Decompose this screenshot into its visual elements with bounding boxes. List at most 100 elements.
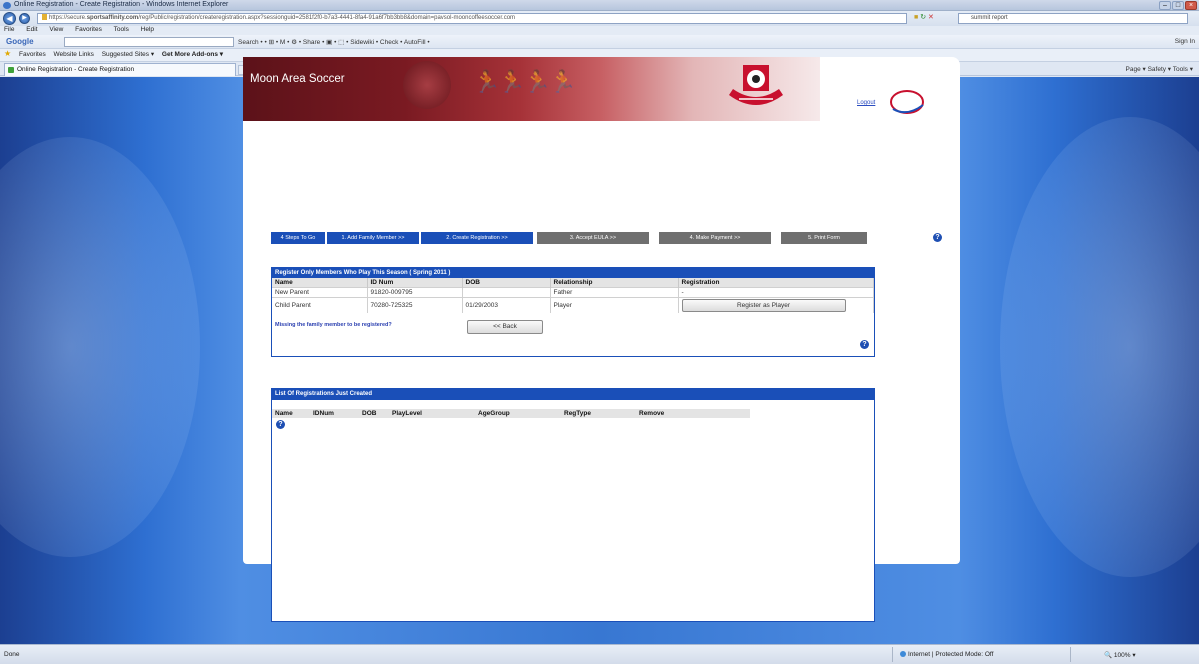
registrations-panel-title: List Of Registrations Just Created [272, 389, 874, 400]
step-create-registration[interactable]: 2. Create Registration >> [421, 232, 533, 244]
status-text: Done [4, 651, 20, 658]
col-id-num: ID Num [367, 278, 463, 287]
member-dob: 01/29/2003 [462, 296, 551, 313]
lock-icon [42, 14, 47, 20]
window-controls: – □ × [1159, 1, 1197, 10]
close-button[interactable]: × [1185, 1, 1197, 10]
address-bar: ◀ ▶ https://secure.sportsaffinity.com/re… [0, 11, 1199, 26]
registration-steps: 4 Steps To Go 1. Add Family Member >> 2.… [271, 232, 867, 244]
google-toolbar: Google Search • • ⊞ • M • ⚙ • Share • ▣ … [0, 35, 1199, 49]
sponsor-logo-icon [890, 90, 924, 114]
reg-col-agegroup: AgeGroup [478, 410, 510, 417]
search-input[interactable]: summit report [958, 13, 1188, 24]
member-registration-cell: Register as Player [678, 296, 874, 313]
step-steps-to-go: 4 Steps To Go [271, 232, 325, 244]
member-relationship: Player [550, 296, 679, 313]
family-members-panel: Register Only Members Who Play This Seas… [271, 267, 875, 357]
tab-title: Online Registration - Create Registratio… [17, 66, 135, 73]
member-name: Child Parent [272, 296, 368, 313]
globe-icon [900, 651, 906, 657]
reg-col-remove: Remove [639, 410, 665, 417]
status-bar: Done Internet | Protected Mode: Off 🔍 10… [0, 644, 1199, 664]
register-as-player-button[interactable]: Register as Player [681, 298, 846, 312]
site-title: Moon Area Soccer [250, 73, 345, 85]
col-relationship: Relationship [550, 278, 679, 287]
menu-file[interactable]: File [4, 26, 14, 33]
url-prefix: https://secure. [49, 15, 87, 21]
refresh-icon[interactable]: ↻ [920, 14, 926, 21]
back-button[interactable]: << Back [467, 320, 543, 334]
registrations-help-icon[interactable]: ? [276, 420, 285, 429]
menu-edit[interactable]: Edit [26, 26, 37, 33]
member-id: 91820-009795 [367, 286, 463, 297]
col-dob: DOB [462, 278, 551, 287]
member-relationship: Father [550, 286, 679, 297]
address-icons: ■ ↻ ✕ [914, 13, 934, 21]
page-favicon [8, 67, 14, 73]
google-sign-in[interactable]: Sign In [1175, 38, 1195, 45]
members-help-icon[interactable]: ? [860, 340, 869, 349]
search-text: summit report [971, 15, 1008, 21]
forward-arrow-icon[interactable]: ▶ [19, 13, 30, 24]
zoom-level[interactable]: 🔍 100% ▾ [1104, 651, 1136, 659]
member-name: New Parent [272, 286, 368, 297]
col-registration: Registration [678, 278, 874, 287]
reg-col-dob: DOB [362, 410, 377, 417]
member-id: 70280-725325 [367, 296, 463, 313]
menu-favorites[interactable]: Favorites [75, 26, 102, 33]
menu-tools[interactable]: Tools [114, 26, 129, 33]
menu-help[interactable]: Help [141, 26, 154, 33]
google-search-input[interactable] [64, 37, 234, 47]
menu-bar: File Edit View Favorites Tools Help [0, 26, 1199, 35]
security-zone-text: Internet | Protected Mode: Off [908, 651, 994, 658]
missing-member-text: Missing the family member to be register… [275, 322, 392, 328]
stop-icon[interactable]: ✕ [928, 14, 934, 21]
window-title: Online Registration - Create Registratio… [14, 1, 229, 8]
wallpaper-glow-right [1000, 117, 1199, 577]
step-accept-eula: 3. Accept EULA >> [537, 232, 649, 244]
fav-item-suggested-sites[interactable]: Suggested Sites ▾ [102, 51, 154, 58]
member-dob [462, 286, 551, 297]
table-row: New Parent 91820-009795 Father - [272, 286, 874, 297]
status-separator [892, 647, 893, 662]
window-titlebar: Online Registration - Create Registratio… [0, 0, 1199, 11]
step-add-family-member[interactable]: 1. Add Family Member >> [327, 232, 419, 244]
member-registration: - [678, 286, 874, 297]
col-name: Name [272, 278, 368, 287]
table-header-row: Name ID Num DOB Relationship Registratio… [272, 278, 874, 287]
fav-item-website-links[interactable]: Website Links [54, 51, 94, 58]
registrations-panel: List Of Registrations Just Created Name … [271, 388, 875, 622]
back-arrow-icon[interactable]: ◀ [3, 12, 16, 25]
players-silhouette-graphic: 🏃🏃🏃🏃 [473, 69, 577, 94]
fav-item-addons[interactable]: Get More Add-ons ▾ [162, 51, 223, 58]
ie-icon [3, 2, 11, 9]
menu-view[interactable]: View [49, 26, 63, 33]
steps-help-icon[interactable]: ? [933, 233, 942, 242]
family-members-panel-title: Register Only Members Who Play This Seas… [272, 268, 874, 278]
url-path: /reg/Public/registration/createregistrat… [138, 15, 516, 21]
table-row: Child Parent 70280-725325 01/29/2003 Pla… [272, 296, 874, 313]
maximize-button[interactable]: □ [1172, 1, 1184, 10]
status-separator [1070, 647, 1071, 662]
registrations-header-row: Name IDNum DOB PlayLevel AgeGroup RegTyp… [272, 409, 750, 418]
favorites-label[interactable]: Favorites [19, 51, 46, 58]
soccer-ball-graphic [403, 61, 451, 109]
tab-online-registration[interactable]: Online Registration - Create Registratio… [4, 63, 236, 76]
lock-status-icon[interactable]: ■ [914, 14, 918, 21]
logout-link[interactable]: Logout [857, 100, 875, 106]
reg-col-idnum: IDNum [313, 410, 334, 417]
url-field[interactable]: https://secure.sportsaffinity.com/reg/Pu… [37, 13, 907, 24]
step-print-form: 5. Print Form [781, 232, 867, 244]
step-make-payment: 4. Make Payment >> [659, 232, 771, 244]
url-domain: sportsaffinity.com [86, 15, 139, 21]
family-members-table: Name ID Num DOB Relationship Registratio… [272, 278, 874, 313]
favorites-star-icon[interactable]: ★ [4, 49, 11, 58]
security-zone[interactable]: Internet | Protected Mode: Off [900, 651, 993, 658]
google-logo: Google [6, 37, 34, 46]
minimize-button[interactable]: – [1159, 1, 1171, 10]
reg-col-name: Name [275, 410, 293, 417]
reg-col-playlevel: PlayLevel [392, 410, 422, 417]
command-bar[interactable]: Page ▾ Safety ▾ Tools ▾ [1126, 65, 1193, 73]
zoom-level-text: 100% [1113, 652, 1131, 659]
google-toolbar-buttons[interactable]: Search • • ⊞ • M • ⚙ • Share • ▣ • ⬚ • S… [238, 38, 430, 46]
